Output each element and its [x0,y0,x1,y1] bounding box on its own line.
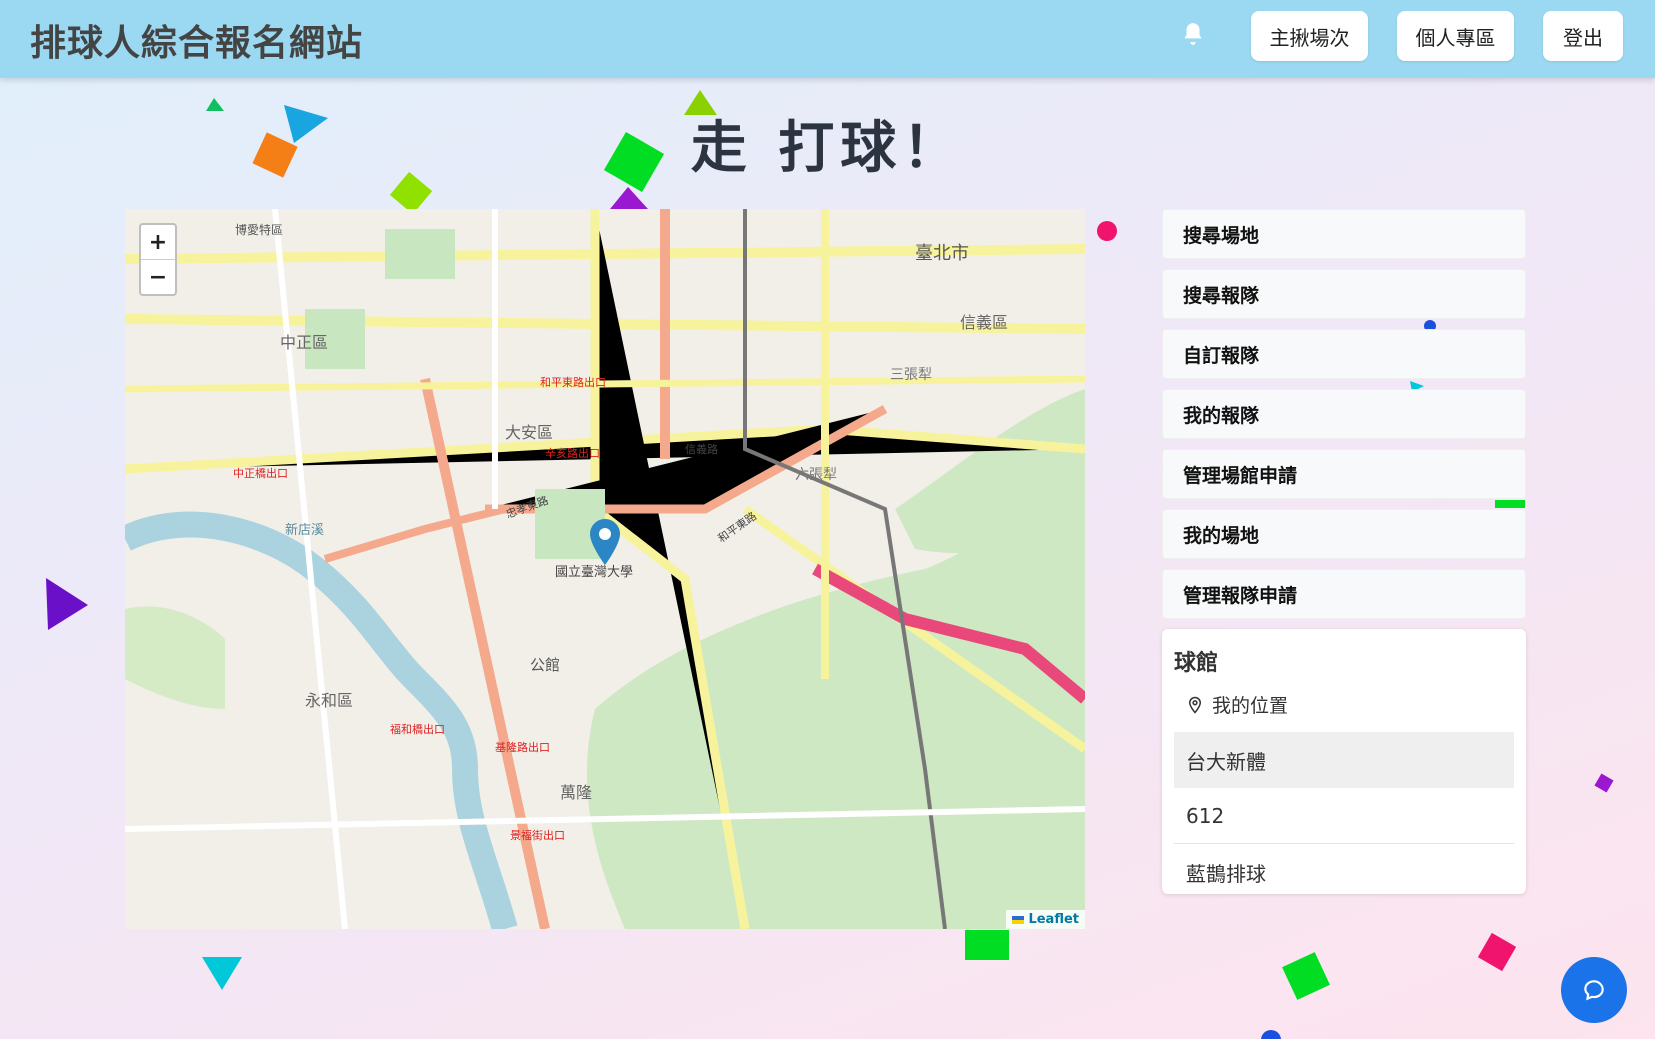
map-label: 辛亥路出口 [545,447,600,460]
my-location-link[interactable]: 我的位置 [1186,691,1288,718]
map-label: 基隆路出口 [495,741,550,754]
menu-manage-venue-requests[interactable]: 管理場館申請 [1162,449,1526,499]
zoom-out-button[interactable]: − [141,260,175,294]
map-label: 新店溪 [285,523,325,538]
map-label: 萬隆 [560,783,593,802]
menu-search-team[interactable]: 搜尋報隊 [1162,269,1526,319]
map-attribution[interactable]: Leaflet [1006,910,1085,929]
menu-search-venue[interactable]: 搜尋場地 [1162,209,1526,259]
zoom-in-button[interactable]: + [141,225,175,260]
location-pin-icon [1188,696,1202,714]
venue-card: 球館 我的位置 台大新體 612 藍鵲排球 [1162,629,1526,894]
menu-my-teams[interactable]: 我的報隊 [1162,389,1526,439]
hosted-sessions-button[interactable]: 主揪場次 [1251,11,1368,61]
menu-manage-team-requests[interactable]: 管理報隊申請 [1162,569,1526,619]
map-label: 公館 [530,656,561,674]
page-title: 走 打球！ [690,116,965,181]
map-label: 福和橋出口 [390,723,445,736]
venue-row-name[interactable]: 台大新體 [1174,732,1514,788]
map-label: 大安區 [505,423,554,442]
chat-button[interactable] [1561,957,1627,1023]
bell-icon[interactable] [1180,20,1206,48]
site-brand[interactable]: 排球人綜合報名網站 [30,14,363,66]
venue-row-team[interactable]: 藍鵲排球 [1174,844,1514,900]
personal-area-button[interactable]: 個人專區 [1397,11,1514,61]
ukraine-flag-icon [1012,915,1025,924]
venue-card-title: 球館 [1174,651,1219,676]
menu-my-venues[interactable]: 我的場地 [1162,509,1526,559]
logout-button[interactable]: 登出 [1543,11,1623,61]
chat-bubble-icon [1584,980,1604,1001]
map-label: 和平東路出口 [540,376,606,389]
map-label: 六張犁 [795,467,837,483]
top-navbar: 排球人綜合報名網站 主揪場次 個人專區 登出 [0,0,1655,78]
map-label: 博愛特區 [235,223,284,237]
map-label: 三張犁 [890,367,932,383]
zoom-control: + − [139,223,177,296]
map-label: 景福街出口 [510,829,565,842]
map-label: 臺北市 [915,243,969,264]
map-label: 中正區 [280,333,329,352]
venue-row-room: 612 [1174,788,1514,844]
location-pin-icon[interactable] [590,519,620,565]
leaflet-link[interactable]: Leaflet [1028,912,1079,927]
map-label: 信義路 [685,443,718,456]
venue-map[interactable]: + − 博愛特區 中正區 大安區 信義區 臺北市 萬隆 公館 新店溪 永和區 國… [125,209,1085,929]
map-label: 信義區 [960,313,1009,332]
menu-custom-team[interactable]: 自訂報隊 [1162,329,1526,379]
map-label: 永和區 [305,691,354,710]
map-label: 中正橋出口 [233,467,288,480]
my-location-label: 我的位置 [1212,695,1289,717]
